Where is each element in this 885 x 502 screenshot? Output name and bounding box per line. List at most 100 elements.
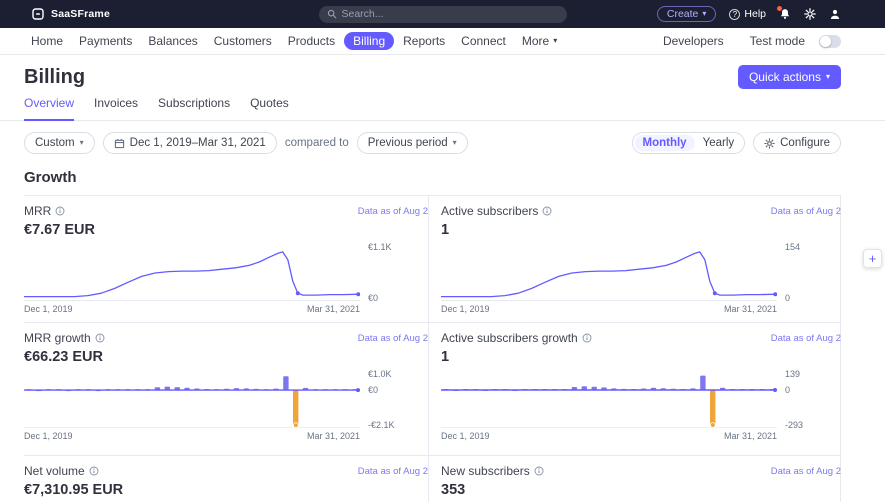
y-axis-label: €0 bbox=[368, 293, 378, 303]
data-as-of-link[interactable]: Data as of Aug 2 bbox=[771, 333, 841, 344]
card-title: Active subscribers bbox=[441, 204, 538, 218]
y-axis-label: -293 bbox=[785, 420, 803, 430]
metric-card-active-subscribers-growth: Active subscribers growth Data as of Aug… bbox=[429, 322, 841, 455]
metric-card-new-subscribers: New subscribers Data as of Aug 2 353 bbox=[429, 455, 841, 502]
calendar-icon bbox=[114, 138, 125, 149]
date-range-picker[interactable]: Dec 1, 2019–Mar 31, 2021 bbox=[103, 132, 277, 154]
info-icon[interactable] bbox=[55, 206, 65, 216]
date-preset-dropdown[interactable]: Custom ▾ bbox=[24, 132, 95, 154]
info-icon[interactable] bbox=[534, 466, 544, 476]
card-title: MRR growth bbox=[24, 331, 91, 345]
active-subscribers-line-chart[interactable] bbox=[441, 245, 777, 301]
chevron-down-icon: ▾ bbox=[453, 139, 457, 147]
y-axis-label: €1.0K bbox=[368, 369, 392, 379]
chevron-down-icon: ▾ bbox=[702, 10, 706, 18]
metrics-grid: MRR Data as of Aug 2 €7.67 EUR €1.1K €0 … bbox=[24, 195, 841, 502]
page-title: Billing bbox=[24, 65, 85, 89]
interval-segmented-control: Monthly Yearly bbox=[632, 132, 746, 154]
tab-quotes[interactable]: Quotes bbox=[250, 96, 289, 120]
nav-item-payments[interactable]: Payments bbox=[72, 31, 139, 51]
main-content: Billing Quick actions ▾ Overview Invoice… bbox=[0, 65, 885, 502]
metric-value: 1 bbox=[441, 349, 841, 365]
search-icon bbox=[327, 9, 337, 19]
metric-card-active-subscribers: Active subscribers Data as of Aug 2 1 15… bbox=[429, 195, 841, 322]
y-axis-label: -€2.1K bbox=[368, 420, 395, 430]
y-axis-label: €0 bbox=[368, 385, 378, 395]
nav-item-developers[interactable]: Developers bbox=[656, 31, 731, 51]
tab-invoices[interactable]: Invoices bbox=[94, 96, 138, 120]
info-icon[interactable] bbox=[542, 206, 552, 216]
tab-overview[interactable]: Overview bbox=[24, 96, 74, 121]
y-axis-label: 154 bbox=[785, 242, 800, 252]
info-icon[interactable] bbox=[95, 333, 105, 343]
global-search[interactable] bbox=[319, 6, 567, 23]
interval-yearly[interactable]: Yearly bbox=[695, 135, 743, 151]
data-as-of-link[interactable]: Data as of Aug 2 bbox=[771, 466, 841, 477]
chevron-down-icon: ▾ bbox=[553, 37, 557, 45]
settings-gear-icon[interactable] bbox=[804, 8, 816, 20]
mrr-growth-bar-chart[interactable] bbox=[24, 372, 360, 428]
active-subscribers-growth-bar-chart[interactable] bbox=[441, 372, 777, 428]
search-input[interactable] bbox=[342, 8, 559, 20]
nav-item-connect[interactable]: Connect bbox=[454, 31, 513, 51]
data-as-of-link[interactable]: Data as of Aug 2 bbox=[771, 206, 841, 217]
user-avatar-icon[interactable] bbox=[829, 8, 841, 20]
compare-period-dropdown[interactable]: Previous period ▾ bbox=[357, 132, 468, 154]
x-axis-start: Dec 1, 2019 bbox=[24, 431, 73, 441]
compared-to-label: compared to bbox=[285, 137, 349, 149]
app-logo-icon bbox=[32, 8, 44, 20]
card-title: New subscribers bbox=[441, 464, 530, 478]
gear-icon bbox=[764, 138, 775, 149]
card-title: MRR bbox=[24, 204, 51, 218]
nav-item-products[interactable]: Products bbox=[281, 31, 342, 51]
quick-actions-button[interactable]: Quick actions ▾ bbox=[738, 65, 841, 89]
nav-item-customers[interactable]: Customers bbox=[207, 31, 279, 51]
nav-item-balances[interactable]: Balances bbox=[141, 31, 204, 51]
data-as-of-link[interactable]: Data as of Aug 2 bbox=[358, 333, 428, 344]
card-title: Active subscribers growth bbox=[441, 331, 578, 345]
y-axis-label: €1.1K bbox=[368, 242, 392, 252]
info-icon[interactable] bbox=[582, 333, 592, 343]
x-axis-end: Mar 31, 2021 bbox=[307, 431, 360, 441]
main-nav: Home Payments Balances Customers Product… bbox=[0, 28, 885, 55]
info-icon[interactable] bbox=[89, 466, 99, 476]
topbar-actions: Create ▾ ? Help bbox=[657, 6, 841, 22]
test-mode-toggle[interactable] bbox=[819, 35, 841, 48]
data-as-of-link[interactable]: Data as of Aug 2 bbox=[358, 206, 428, 217]
metric-value: €7,310.95 EUR bbox=[24, 482, 428, 498]
create-button[interactable]: Create ▾ bbox=[657, 6, 717, 22]
nav-item-reports[interactable]: Reports bbox=[396, 31, 452, 51]
y-axis-label: 139 bbox=[785, 369, 800, 379]
metric-value: 1 bbox=[441, 222, 841, 238]
configure-button[interactable]: Configure bbox=[753, 132, 841, 154]
brand-name: SaaSFrame bbox=[51, 8, 110, 20]
section-title-growth: Growth bbox=[24, 169, 841, 186]
toggle-knob bbox=[820, 36, 831, 47]
metric-card-mrr-growth: MRR growth Data as of Aug 2 €66.23 EUR €… bbox=[24, 322, 429, 455]
brand[interactable]: SaaSFrame bbox=[32, 8, 110, 20]
data-as-of-link[interactable]: Data as of Aug 2 bbox=[358, 466, 428, 477]
x-axis-start: Dec 1, 2019 bbox=[441, 431, 490, 441]
nav-item-home[interactable]: Home bbox=[24, 31, 70, 51]
interval-monthly[interactable]: Monthly bbox=[635, 135, 695, 151]
x-axis-end: Mar 31, 2021 bbox=[307, 304, 360, 314]
nav-item-billing[interactable]: Billing bbox=[344, 32, 394, 50]
x-axis-end: Mar 31, 2021 bbox=[724, 431, 777, 441]
billing-tabs: Overview Invoices Subscriptions Quotes bbox=[0, 96, 885, 121]
metric-card-net-volume: Net volume Data as of Aug 2 €7,310.95 EU… bbox=[24, 455, 429, 502]
app-window: SaaSFrame Create ▾ ? Help bbox=[0, 0, 885, 502]
notifications-button[interactable] bbox=[779, 8, 791, 20]
help-button[interactable]: ? Help bbox=[729, 8, 766, 20]
top-bar: SaaSFrame Create ▾ ? Help bbox=[0, 0, 885, 28]
y-axis-label: 0 bbox=[785, 385, 790, 395]
tab-subscriptions[interactable]: Subscriptions bbox=[158, 96, 230, 120]
nav-item-more[interactable]: More ▾ bbox=[515, 31, 564, 51]
card-title: Net volume bbox=[24, 464, 85, 478]
x-axis-start: Dec 1, 2019 bbox=[441, 304, 490, 314]
chevron-down-icon: ▾ bbox=[826, 73, 830, 81]
add-widget-button[interactable]: + bbox=[863, 249, 882, 268]
x-axis-start: Dec 1, 2019 bbox=[24, 304, 73, 314]
mrr-line-chart[interactable] bbox=[24, 245, 360, 301]
question-circle-icon: ? bbox=[729, 9, 740, 20]
metric-value: €7.67 EUR bbox=[24, 222, 428, 238]
